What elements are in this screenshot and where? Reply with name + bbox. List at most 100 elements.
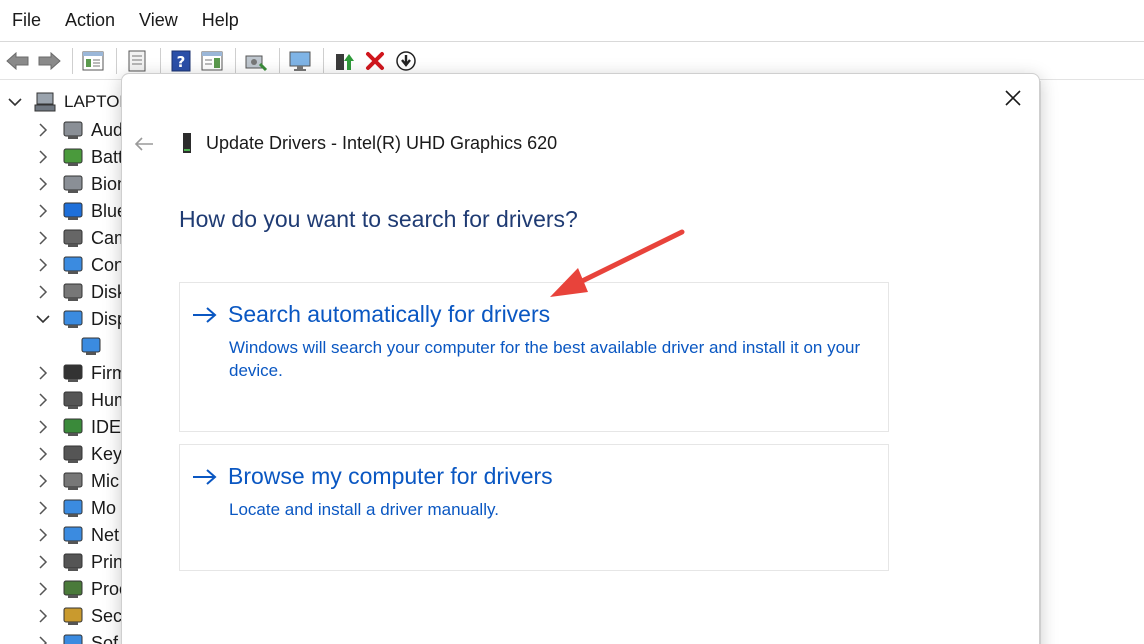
tree-item[interactable]: Prin (36, 550, 122, 574)
scan-hardware-icon[interactable] (242, 47, 270, 75)
display-adapter-icon (62, 308, 84, 330)
close-icon[interactable] (1001, 86, 1025, 110)
browse-computer-option[interactable]: Browse my computer for drivers Locate an… (179, 444, 889, 571)
tree-item-label: Hum (91, 389, 122, 410)
toolbar-separator (235, 48, 236, 74)
menu-file[interactable]: File (4, 4, 49, 37)
tree-item[interactable] (80, 334, 109, 358)
tree-item[interactable]: Biom (36, 172, 122, 196)
computer-icon (34, 91, 56, 113)
toolbar-separator (279, 48, 280, 74)
tree-item[interactable]: Aud (36, 118, 122, 142)
search-automatically-option[interactable]: Search automatically for drivers Windows… (179, 282, 889, 432)
toolbar-separator (323, 48, 324, 74)
chevron-right-icon[interactable] (36, 501, 50, 515)
chevron-right-icon[interactable] (36, 393, 50, 407)
ide-icon (62, 416, 84, 438)
tree-item[interactable]: IDE (36, 415, 121, 439)
chevron-right-icon[interactable] (36, 204, 50, 218)
monitor-icon (62, 497, 84, 519)
tree-item[interactable]: Firm (36, 361, 122, 385)
back-arrow-icon[interactable] (4, 47, 32, 75)
tree-item[interactable]: Blue (36, 199, 122, 223)
chevron-down-icon[interactable] (36, 312, 50, 326)
details-pane (1040, 81, 1144, 644)
keyboard-icon (62, 443, 84, 465)
browse-computer-title[interactable]: Browse my computer for drivers (228, 463, 553, 490)
chevron-down-icon[interactable] (8, 95, 22, 109)
chevron-right-icon[interactable] (36, 636, 50, 644)
search-automatically-description: Windows will search your computer for th… (229, 338, 861, 380)
tree-item[interactable]: Key (36, 442, 122, 466)
tree-item[interactable]: Disk (36, 280, 122, 304)
tree-item-label: Firm (91, 362, 122, 383)
chevron-right-icon[interactable] (36, 258, 50, 272)
action-pane-icon[interactable] (198, 47, 226, 75)
chevron-right-icon[interactable] (36, 366, 50, 380)
tree-item[interactable]: Con (36, 253, 122, 277)
device-tree: LAPTOP Aud Batt Biom Blue Cam Con Disk Disp Firm… (0, 81, 122, 644)
chevron-right-icon[interactable] (36, 150, 50, 164)
menu-action[interactable]: Action (57, 4, 123, 37)
chevron-right-icon[interactable] (36, 447, 50, 461)
uninstall-icon[interactable] (361, 47, 389, 75)
chevron-right-icon[interactable] (36, 420, 50, 434)
display-child-icon (80, 335, 102, 357)
dialog-title-bar: Update Drivers - Intel(R) UHD Graphics 6… (180, 132, 557, 154)
graphics-card-icon (180, 132, 194, 154)
chevron-right-icon[interactable] (36, 474, 50, 488)
update-driver-icon[interactable] (330, 47, 358, 75)
browse-computer-description: Locate and install a driver manually. (229, 500, 499, 519)
disable-device-icon[interactable] (392, 47, 420, 75)
security-icon (62, 605, 84, 627)
tree-item-label: Disk (91, 281, 122, 302)
console-tree-icon[interactable] (79, 47, 107, 75)
chevron-right-icon[interactable] (36, 528, 50, 542)
menu-view[interactable]: View (131, 4, 186, 37)
printer-icon (62, 551, 84, 573)
dialog-title: Update Drivers - Intel(R) UHD Graphics 6… (206, 132, 558, 153)
software-icon (62, 632, 84, 644)
chevron-right-icon[interactable] (36, 231, 50, 245)
hid-icon (62, 389, 84, 411)
tree-item[interactable]: Disp (36, 307, 122, 331)
tree-item-label: Prin (91, 551, 122, 572)
back-arrow-icon[interactable] (132, 132, 156, 156)
tree-item[interactable]: Hum (36, 388, 122, 412)
chevron-right-icon[interactable] (36, 582, 50, 596)
tree-item[interactable]: Sof (36, 631, 118, 644)
chevron-right-icon[interactable] (36, 609, 50, 623)
tree-item[interactable]: Mic (36, 469, 119, 493)
tree-item[interactable]: Net (36, 523, 119, 547)
arrow-right-icon (192, 467, 218, 487)
tree-item-label: Mic (91, 470, 119, 491)
disk-icon (62, 281, 84, 303)
firmware-icon (62, 362, 84, 384)
properties-icon[interactable] (123, 47, 151, 75)
tree-item-label: Key (91, 443, 122, 464)
arrow-right-icon (192, 305, 218, 325)
chevron-right-icon[interactable] (36, 123, 50, 137)
menu-help[interactable]: Help (194, 4, 247, 37)
network-icon (62, 524, 84, 546)
tree-item[interactable]: Mo (36, 496, 116, 520)
monitor-icon[interactable] (286, 47, 314, 75)
search-automatically-title[interactable]: Search automatically for drivers (228, 301, 550, 328)
tree-root[interactable]: LAPTOP (8, 91, 122, 113)
toolbar-separator (72, 48, 73, 74)
tree-item-label: Sec (91, 605, 122, 626)
tree-item[interactable]: Cam (36, 226, 122, 250)
camera-icon (62, 227, 84, 249)
tree-item-label: Con (91, 254, 122, 275)
tree-item-label: Disp (91, 308, 122, 329)
svg-text:?: ? (177, 53, 186, 71)
tree-item[interactable]: Batt (36, 145, 122, 169)
chevron-right-icon[interactable] (36, 555, 50, 569)
chevron-right-icon[interactable] (36, 285, 50, 299)
tree-item[interactable]: Sec (36, 604, 122, 628)
help-icon[interactable]: ? (167, 47, 195, 75)
forward-arrow-icon[interactable] (35, 47, 63, 75)
chevron-right-icon[interactable] (36, 177, 50, 191)
biometric-icon (62, 173, 84, 195)
tree-item[interactable]: Proc (36, 577, 122, 601)
